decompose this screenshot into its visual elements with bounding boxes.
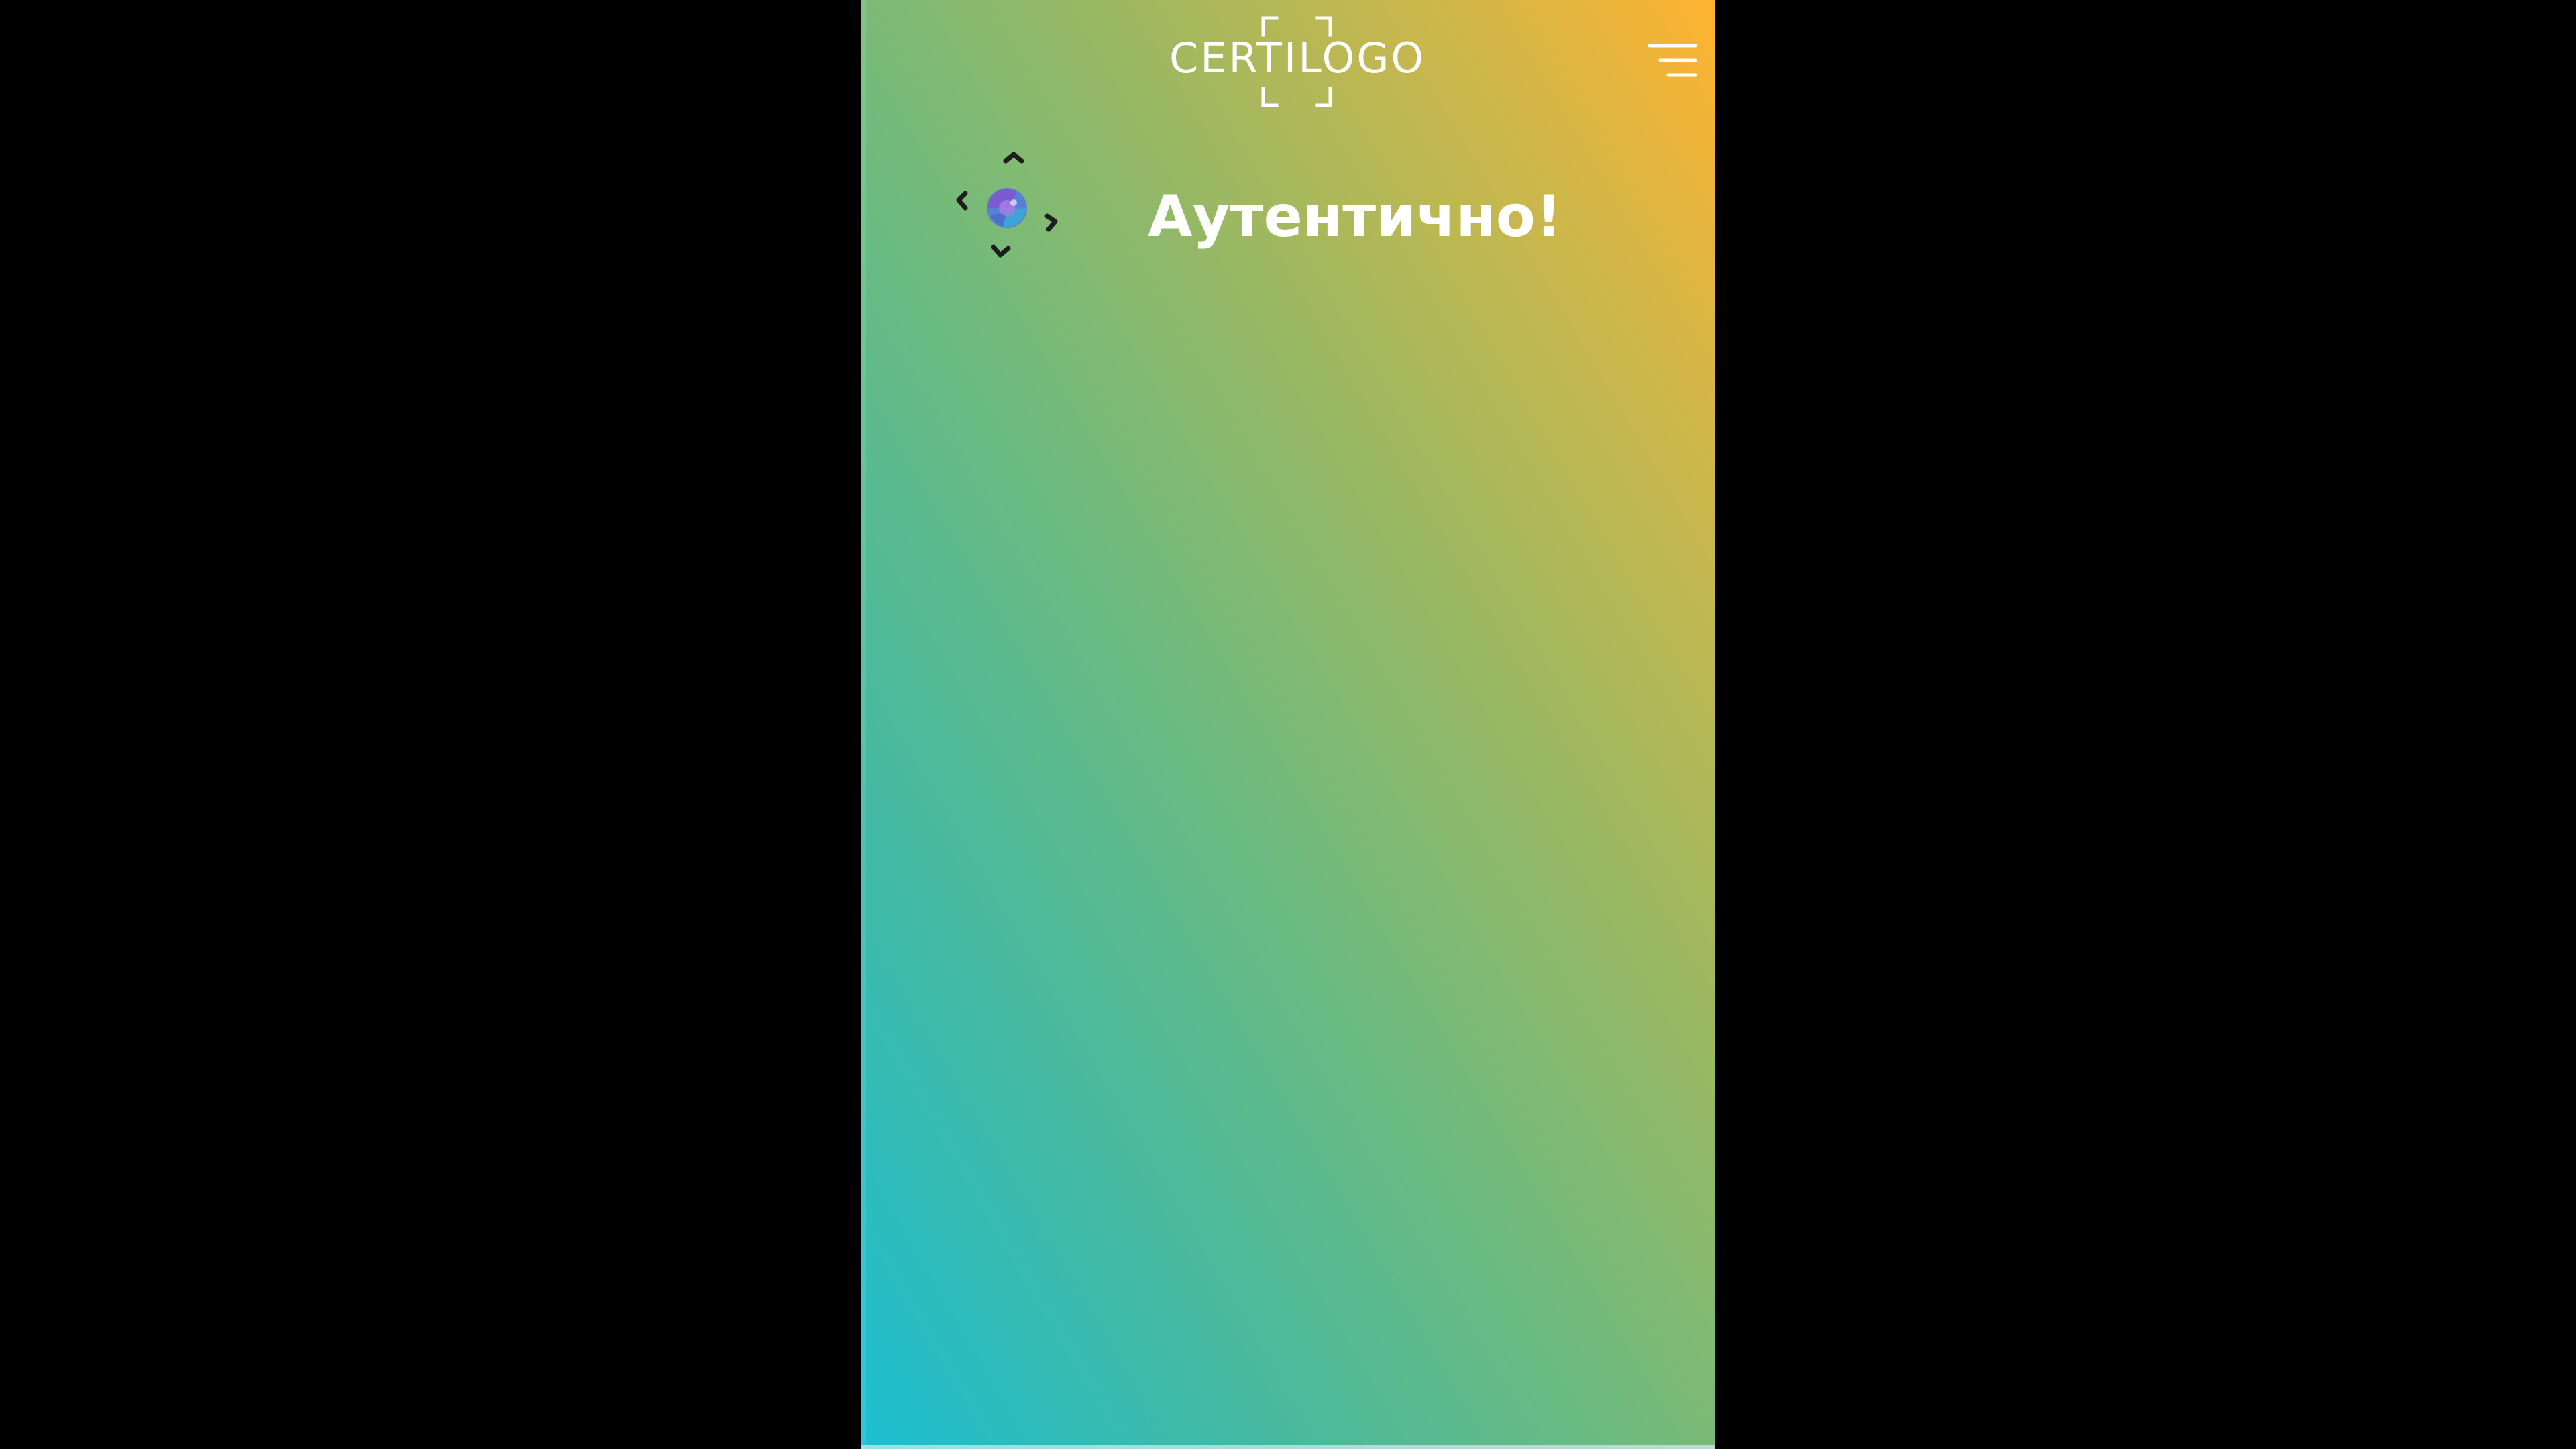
authentic-scan-icon xyxy=(956,152,1058,258)
authentication-result: Аутентично! xyxy=(947,141,1644,262)
screen-edge xyxy=(861,0,866,1449)
app-screen: CERTILOGO Аутентично! xyxy=(861,0,1715,1449)
logo-text: CERTILOGO xyxy=(1169,34,1426,83)
menu-button[interactable] xyxy=(1644,40,1701,82)
bottom-bar xyxy=(861,1445,1715,1449)
certilogo-logo[interactable]: CERTILOGO xyxy=(1169,15,1424,109)
authentic-status-text: Аутентично! xyxy=(1148,183,1562,250)
hamburger-menu-icon xyxy=(1648,44,1697,77)
